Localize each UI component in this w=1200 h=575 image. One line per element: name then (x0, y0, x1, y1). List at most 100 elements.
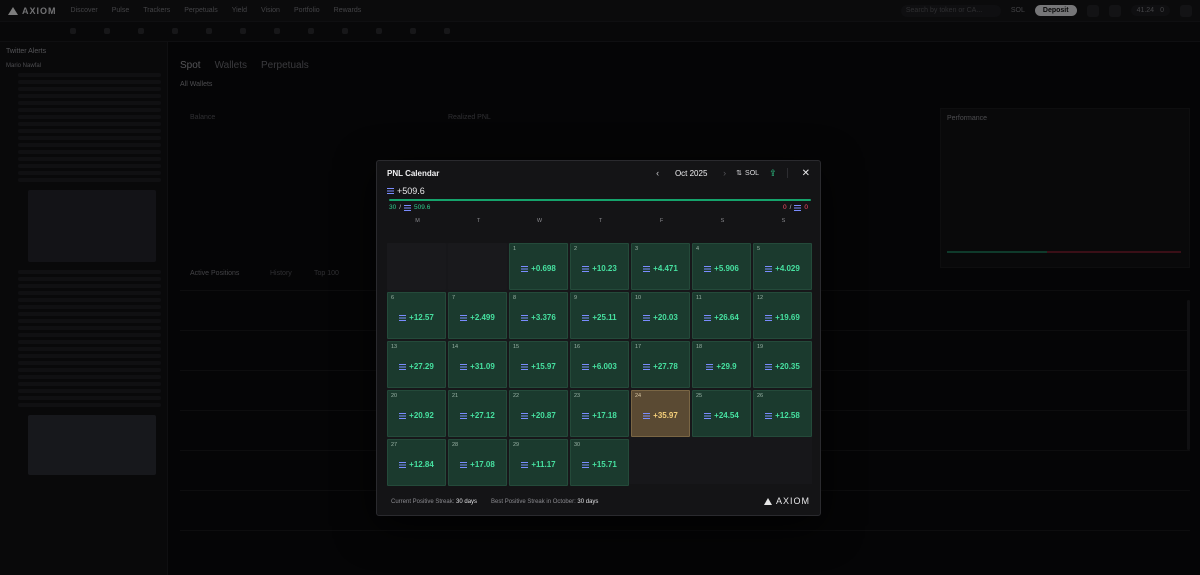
sol-icon (643, 363, 651, 370)
calendar-day-cell[interactable]: 2 +10.23 (570, 243, 629, 290)
calendar-day-cell[interactable]: 1 +0.698 (509, 243, 568, 290)
calendar-empty-cell (448, 243, 507, 290)
sol-icon (582, 363, 590, 370)
sol-icon (460, 363, 468, 370)
calendar-day-cell[interactable]: 21 +27.12 (448, 390, 507, 437)
calendar-day-cell[interactable]: 18 +29.9 (692, 341, 751, 388)
day-pnl: +31.09 (449, 362, 506, 371)
day-number: 6 (391, 295, 395, 301)
calendar-day-cell[interactable]: 9 +25.11 (570, 292, 629, 339)
calendar-day-cell[interactable]: 30 +15.71 (570, 439, 629, 486)
day-number: 8 (513, 295, 517, 301)
calendar-day-cell[interactable]: 14 +31.09 (448, 341, 507, 388)
close-icon[interactable]: ✕ (802, 168, 810, 179)
calendar-day-cell[interactable]: 13 +27.29 (387, 341, 446, 388)
calendar-day-cell[interactable]: 20 +20.92 (387, 390, 446, 437)
day-pnl-value: +5.906 (714, 264, 739, 273)
day-pnl: +27.78 (632, 362, 689, 371)
day-pnl-value: +20.03 (653, 313, 678, 322)
calendar-day-cell[interactable]: 7 +2.499 (448, 292, 507, 339)
calendar-day-cell[interactable]: 3 +4.471 (631, 243, 690, 290)
day-number: 9 (574, 295, 578, 301)
day-pnl-value: +11.17 (531, 460, 556, 469)
day-number: 28 (452, 442, 459, 448)
day-pnl: +27.12 (449, 411, 506, 420)
weekday-label: S (720, 218, 725, 224)
calendar-day-cell[interactable]: 28 +17.08 (448, 439, 507, 486)
day-pnl-value: +25.11 (592, 313, 617, 322)
day-pnl-value: +27.29 (409, 362, 434, 371)
day-pnl: +11.17 (510, 460, 567, 469)
day-number: 20 (391, 393, 398, 399)
modal-controls: ‹ Oct 2025 › ⇅ SOL ⇪ ✕ (656, 168, 810, 179)
day-pnl-value: +15.71 (592, 460, 617, 469)
sol-icon (582, 461, 590, 468)
calendar-day-cell[interactable]: 10 +20.03 (631, 292, 690, 339)
day-number: 5 (757, 246, 761, 252)
day-pnl: +12.58 (754, 411, 811, 420)
calendar-day-cell[interactable]: 12 +19.69 (753, 292, 812, 339)
day-pnl: +20.35 (754, 362, 811, 371)
sol-icon (521, 412, 529, 419)
calendar-day-cell[interactable]: 22 +20.87 (509, 390, 568, 437)
sol-icon (521, 461, 529, 468)
day-number: 4 (696, 246, 700, 252)
share-icon[interactable]: ⇪ (769, 168, 777, 179)
calendar-day-cell[interactable]: 29 +11.17 (509, 439, 568, 486)
day-pnl-value: +10.23 (592, 264, 617, 273)
day-pnl: +20.03 (632, 313, 689, 322)
sol-icon (765, 412, 773, 419)
calendar-day-cell[interactable]: 26 +12.58 (753, 390, 812, 437)
weekday-label: W (536, 218, 543, 224)
positive-days: 30 (389, 204, 397, 211)
calendar-day-cell[interactable]: 6 +12.57 (387, 292, 446, 339)
day-pnl-value: +4.029 (775, 264, 800, 273)
calendar-day-cell[interactable]: 19 +20.35 (753, 341, 812, 388)
calendar-day-cell[interactable]: 24 +35.97 (631, 390, 690, 437)
day-pnl: +15.71 (571, 460, 628, 469)
month-label: Oct 2025 (674, 168, 708, 178)
day-pnl-value: +6.003 (592, 362, 617, 371)
sol-icon (765, 363, 773, 370)
day-pnl-value: +12.57 (409, 313, 434, 322)
calendar-day-cell[interactable]: 5 +4.029 (753, 243, 812, 290)
sol-icon (521, 314, 529, 321)
day-number: 13 (391, 344, 398, 350)
day-pnl: +26.64 (693, 313, 750, 322)
calendar-day-cell[interactable]: 4 +5.906 (692, 243, 751, 290)
day-number: 24 (635, 393, 642, 399)
calendar-day-cell[interactable]: 11 +26.64 (692, 292, 751, 339)
calendar-day-cell[interactable]: 25 +24.54 (692, 390, 751, 437)
day-pnl-value: +20.35 (775, 362, 800, 371)
day-number: 30 (574, 442, 581, 448)
sol-icon (582, 314, 590, 321)
calendar-day-cell[interactable]: 17 +27.78 (631, 341, 690, 388)
day-number: 21 (452, 393, 459, 399)
unit-toggle[interactable]: ⇅ SOL (736, 169, 760, 178)
modal-brand: AXIOM (763, 496, 810, 506)
day-pnl: +27.29 (388, 362, 445, 371)
day-pnl-value: +35.97 (653, 411, 678, 420)
calendar-day-cell[interactable]: 16 +6.003 (570, 341, 629, 388)
calendar-day-cell[interactable]: 23 +17.18 (570, 390, 629, 437)
day-pnl-value: +3.376 (531, 313, 556, 322)
swap-icon: ⇅ (736, 170, 743, 177)
day-pnl-value: +4.471 (653, 264, 678, 273)
day-number: 7 (452, 295, 456, 301)
day-pnl: +12.57 (388, 313, 445, 322)
streak-footer: Current Positive Streak: 30 days Best Po… (391, 499, 598, 505)
sol-icon (582, 412, 590, 419)
app-root: AXIOM Discover Pulse Trackers Perpetuals… (0, 0, 1200, 575)
sol-icon (704, 265, 712, 272)
day-number: 25 (696, 393, 703, 399)
day-pnl-value: +20.87 (531, 411, 556, 420)
day-pnl: +20.92 (388, 411, 445, 420)
total-pnl-value: +509.6 (397, 186, 425, 196)
calendar-day-cell[interactable]: 8 +3.376 (509, 292, 568, 339)
calendar-day-cell[interactable]: 27 +12.84 (387, 439, 446, 486)
next-month-chevron-icon[interactable]: › (723, 168, 726, 178)
calendar-day-cell[interactable]: 15 +15.97 (509, 341, 568, 388)
prev-month-chevron-icon[interactable]: ‹ (656, 168, 659, 178)
unit-label: SOL (745, 169, 760, 177)
negative-total: 0 (804, 204, 808, 211)
